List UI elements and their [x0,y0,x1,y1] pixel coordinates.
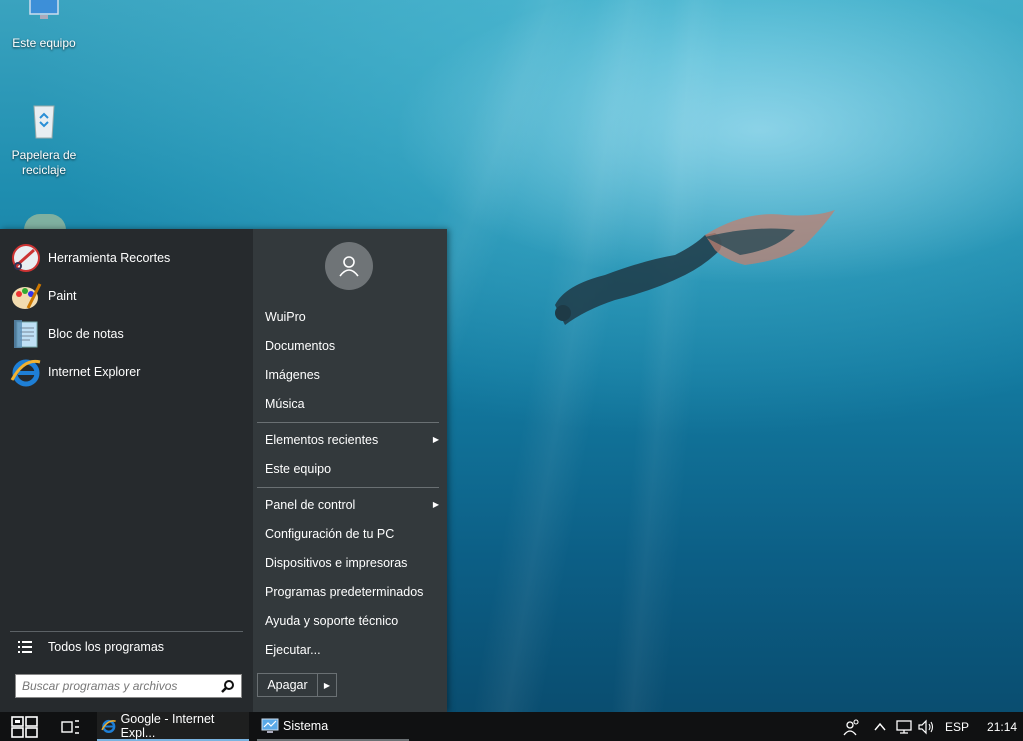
menu-item-ayuda[interactable]: Ayuda y soporte técnico [265,610,441,632]
taskbar-app-sistema[interactable]: Sistema [257,712,409,741]
people-icon[interactable] [843,718,861,736]
menu-item-label: Configuración de tu PC [265,527,395,541]
program-label: Paint [48,289,77,303]
taskbar: Google - Internet Expl... Sistema ESP 21… [0,712,1023,741]
menu-item-configuracion[interactable]: Configuración de tu PC [265,523,441,545]
menu-item-label: Música [265,397,305,411]
desktop-icon-partial[interactable] [24,214,66,230]
menu-item-musica[interactable]: Música [265,393,441,415]
desktop-icon-label: Este equipo [12,36,76,50]
all-programs-label: Todos los programas [48,640,165,654]
user-avatar[interactable] [325,242,373,290]
user-icon [339,256,359,277]
volume-icon[interactable] [917,719,935,735]
start-button-icon[interactable] [11,716,39,738]
programs-separator [10,631,243,632]
taskbar-app-label: Google - Internet Expl... [120,711,215,740]
computer-icon [29,0,59,19]
menu-item-label: Imágenes [265,368,320,382]
program-bloc-de-notas[interactable]: Bloc de notas [10,316,246,352]
menu-item-ejecutar[interactable]: Ejecutar... [265,639,441,661]
desktop-icon-este-equipo[interactable]: Este equipo [2,0,86,51]
start-menu-programs-pane: Herramienta Recortes Paint Bloc de notas… [0,229,253,712]
search-placeholder: Buscar programas y archivos [22,679,178,693]
menu-item-documentos[interactable]: Documentos [265,335,441,357]
menu-item-label: Programas predeterminados [265,585,424,599]
search-input[interactable]: Buscar programas y archivos [15,674,242,698]
internet-explorer-icon [101,719,116,733]
network-icon[interactable] [895,719,913,735]
taskbar-app-internet-explorer[interactable]: Google - Internet Expl... [97,712,249,741]
menu-item-label: Elementos recientes [265,433,379,447]
system-monitor-icon [261,718,279,733]
submenu-arrow-icon: ▶ [432,500,439,509]
desktop-icon-papelera[interactable]: Papelera de reciclaje [2,100,86,178]
program-paint[interactable]: Paint [10,278,246,314]
menu-item-label: Panel de control [265,498,356,512]
list-icon [18,641,32,653]
menu-separator [257,487,439,488]
program-label: Bloc de notas [48,327,124,341]
program-label: Internet Explorer [48,365,141,379]
menu-item-elementos-recientes[interactable]: Elementos recientes ▶ [265,429,441,451]
menu-item-label: Ejecutar... [265,643,321,657]
chevron-up-icon[interactable] [873,720,887,734]
program-label: Herramienta Recortes [48,251,171,265]
search-icon[interactable] [221,679,235,693]
menu-item-este-equipo[interactable]: Este equipo [265,458,441,480]
menu-item-imagenes[interactable]: Imágenes [265,364,441,386]
menu-item-label: Dispositivos e impresoras [265,556,408,570]
menu-item-panel-de-control[interactable]: Panel de control ▶ [265,494,441,516]
shutdown-options-arrow-icon[interactable]: ▶ [318,674,336,696]
language-indicator[interactable]: ESP [945,720,969,734]
menu-separator [257,422,439,423]
program-internet-explorer[interactable]: Internet Explorer [10,354,246,390]
shutdown-control: Apagar ▶ [257,673,337,697]
start-menu-places-pane: WuiPro Documentos Imágenes Música Elemen… [253,229,447,712]
wallpaper-diver [555,210,835,325]
notepad-icon [14,320,38,348]
all-programs-button[interactable]: Todos los programas [10,635,243,659]
menu-item-label: WuiPro [265,310,306,324]
menu-item-programas-predeterminados[interactable]: Programas predeterminados [265,581,441,603]
paint-icon [12,283,42,309]
desktop-icon-label: Papelera de reciclaje [11,148,77,177]
program-herramienta-recortes[interactable]: Herramienta Recortes [10,240,246,276]
recycle-bin-icon [33,105,55,139]
internet-explorer-icon [10,359,41,387]
task-view-icon[interactable] [60,718,80,736]
menu-item-wuipro[interactable]: WuiPro [265,306,441,328]
menu-item-dispositivos[interactable]: Dispositivos e impresoras [265,552,441,574]
system-tray: ESP 21:14 [843,712,1017,741]
menu-item-label: Documentos [265,339,336,353]
start-menu: Herramienta Recortes Paint Bloc de notas… [0,229,447,712]
clock[interactable]: 21:14 [987,720,1017,734]
shutdown-button[interactable]: Apagar [258,674,318,696]
submenu-arrow-icon: ▶ [432,435,439,444]
menu-item-label: Este equipo [265,462,332,476]
snipping-tool-icon [12,244,40,272]
menu-item-label: Ayuda y soporte técnico [265,614,399,628]
taskbar-app-label: Sistema [283,718,329,733]
